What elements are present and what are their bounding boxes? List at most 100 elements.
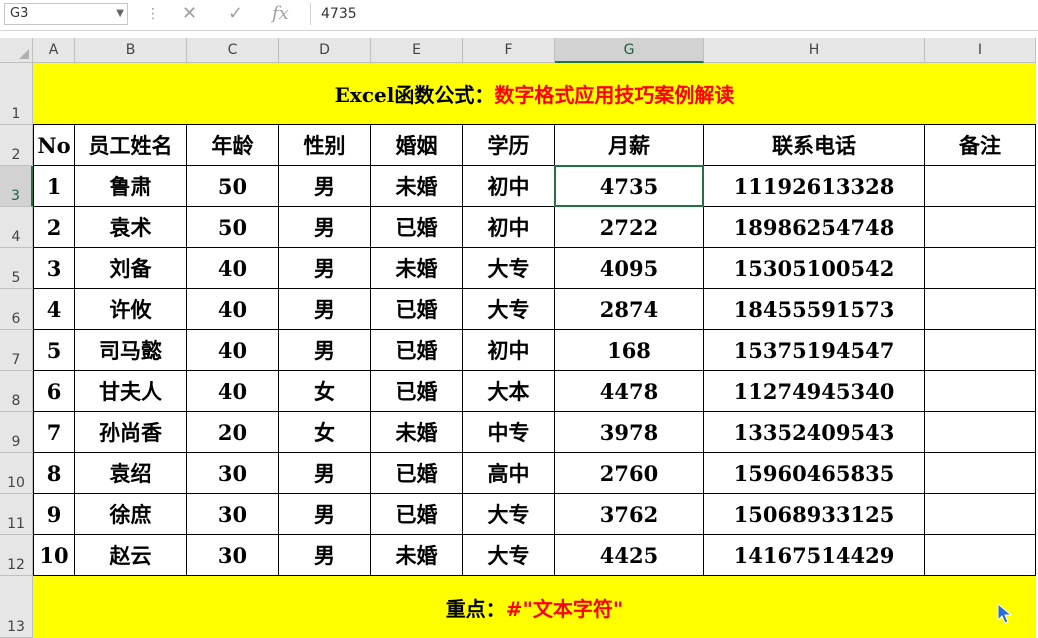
header-cell[interactable]: 月薪 (555, 125, 704, 166)
table-cell[interactable] (925, 535, 1036, 576)
table-cell[interactable]: 1 (33, 166, 75, 207)
header-cell[interactable]: 婚姻 (371, 125, 463, 166)
table-cell[interactable]: 大专 (463, 494, 555, 535)
table-cell[interactable]: 18986254748 (704, 207, 925, 248)
table-cell[interactable] (925, 330, 1036, 371)
column-header-i[interactable]: I (925, 38, 1036, 63)
table-cell[interactable]: 4478 (555, 371, 704, 412)
table-cell[interactable]: 40 (187, 289, 279, 330)
table-cell[interactable]: 男 (279, 166, 371, 207)
table-cell[interactable]: 13352409543 (704, 412, 925, 453)
table-cell[interactable]: 大专 (463, 535, 555, 576)
table-cell[interactable]: 徐庶 (75, 494, 187, 535)
table-cell[interactable]: 鲁肃 (75, 166, 187, 207)
table-cell[interactable]: 未婚 (371, 166, 463, 207)
row-header-6[interactable]: 6 (0, 289, 33, 330)
table-cell[interactable]: 30 (187, 535, 279, 576)
table-cell[interactable]: 50 (187, 166, 279, 207)
table-cell[interactable]: 6 (33, 371, 75, 412)
table-cell[interactable]: 袁绍 (75, 453, 187, 494)
header-cell[interactable]: 备注 (925, 125, 1036, 166)
header-cell[interactable]: 年龄 (187, 125, 279, 166)
table-cell[interactable] (925, 453, 1036, 494)
header-cell[interactable]: 联系电话 (704, 125, 925, 166)
table-cell[interactable]: 司马懿 (75, 330, 187, 371)
table-cell[interactable]: 2874 (555, 289, 704, 330)
header-cell[interactable]: 学历 (463, 125, 555, 166)
table-cell[interactable]: 男 (279, 494, 371, 535)
enter-icon[interactable]: ✓ (228, 3, 243, 25)
table-cell[interactable]: 未婚 (371, 248, 463, 289)
table-cell[interactable]: 赵云 (75, 535, 187, 576)
table-cell[interactable]: 30 (187, 494, 279, 535)
chevron-down-icon[interactable]: ▼ (116, 4, 124, 24)
table-cell[interactable]: 2 (33, 207, 75, 248)
table-cell[interactable]: 5 (33, 330, 75, 371)
table-cell[interactable]: 许攸 (75, 289, 187, 330)
table-cell[interactable]: 男 (279, 289, 371, 330)
column-header-d[interactable]: D (279, 38, 371, 63)
table-cell[interactable]: 3 (33, 248, 75, 289)
table-cell[interactable]: 大专 (463, 248, 555, 289)
table-cell[interactable]: 50 (187, 207, 279, 248)
table-cell[interactable]: 15068933125 (704, 494, 925, 535)
row-header-12[interactable]: 12 (0, 535, 33, 576)
table-cell[interactable]: 未婚 (371, 535, 463, 576)
title-banner[interactable]: Excel函数公式： 数字格式应用技巧案例解读 (33, 63, 1036, 125)
table-cell[interactable]: 4095 (555, 248, 704, 289)
table-cell[interactable]: 3762 (555, 494, 704, 535)
row-header-11[interactable]: 11 (0, 494, 33, 535)
row-header-5[interactable]: 5 (0, 248, 33, 289)
name-box[interactable]: G3 ▼ (4, 3, 128, 25)
table-cell[interactable]: 2760 (555, 453, 704, 494)
row-header-2[interactable]: 2 (0, 125, 33, 166)
table-cell[interactable] (925, 412, 1036, 453)
row-header-13[interactable]: 13 (0, 576, 33, 638)
row-header-3[interactable]: 3 (0, 166, 33, 207)
table-cell[interactable]: 7 (33, 412, 75, 453)
table-cell[interactable]: 9 (33, 494, 75, 535)
table-cell[interactable]: 15375194547 (704, 330, 925, 371)
column-header-c[interactable]: C (187, 38, 279, 63)
row-header-4[interactable]: 4 (0, 207, 33, 248)
table-cell[interactable]: 40 (187, 371, 279, 412)
table-cell[interactable] (925, 248, 1036, 289)
table-cell[interactable]: 刘备 (75, 248, 187, 289)
table-cell[interactable]: 男 (279, 207, 371, 248)
table-cell[interactable] (925, 207, 1036, 248)
table-cell[interactable]: 已婚 (371, 207, 463, 248)
table-cell[interactable]: 孙尚香 (75, 412, 187, 453)
header-cell[interactable]: 员工姓名 (75, 125, 187, 166)
table-cell[interactable]: 男 (279, 248, 371, 289)
table-cell[interactable]: 40 (187, 330, 279, 371)
table-cell[interactable]: 大专 (463, 289, 555, 330)
table-cell[interactable]: 10 (33, 535, 75, 576)
table-cell[interactable]: 已婚 (371, 371, 463, 412)
table-cell[interactable] (925, 494, 1036, 535)
table-cell[interactable]: 袁术 (75, 207, 187, 248)
table-cell[interactable]: 4735 (555, 166, 704, 207)
table-cell[interactable]: 大本 (463, 371, 555, 412)
table-cell[interactable]: 3978 (555, 412, 704, 453)
column-header-b[interactable]: B (75, 38, 187, 63)
table-cell[interactable]: 初中 (463, 166, 555, 207)
cancel-icon[interactable]: ✕ (182, 3, 197, 25)
row-header-1[interactable]: 1 (0, 63, 33, 125)
insert-function-icon[interactable]: fx (272, 3, 289, 25)
table-cell[interactable]: 已婚 (371, 289, 463, 330)
row-header-10[interactable]: 10 (0, 453, 33, 494)
header-cell[interactable]: No (33, 125, 75, 166)
table-cell[interactable] (925, 166, 1036, 207)
table-cell[interactable]: 男 (279, 453, 371, 494)
table-cell[interactable]: 男 (279, 535, 371, 576)
table-cell[interactable]: 已婚 (371, 494, 463, 535)
column-header-h[interactable]: H (704, 38, 925, 63)
table-cell[interactable]: 女 (279, 371, 371, 412)
table-cell[interactable]: 40 (187, 248, 279, 289)
table-cell[interactable]: 男 (279, 330, 371, 371)
column-header-a[interactable]: A (33, 38, 75, 63)
row-header-9[interactable]: 9 (0, 412, 33, 453)
table-cell[interactable]: 11192613328 (704, 166, 925, 207)
table-cell[interactable]: 20 (187, 412, 279, 453)
table-cell[interactable]: 14167514429 (704, 535, 925, 576)
